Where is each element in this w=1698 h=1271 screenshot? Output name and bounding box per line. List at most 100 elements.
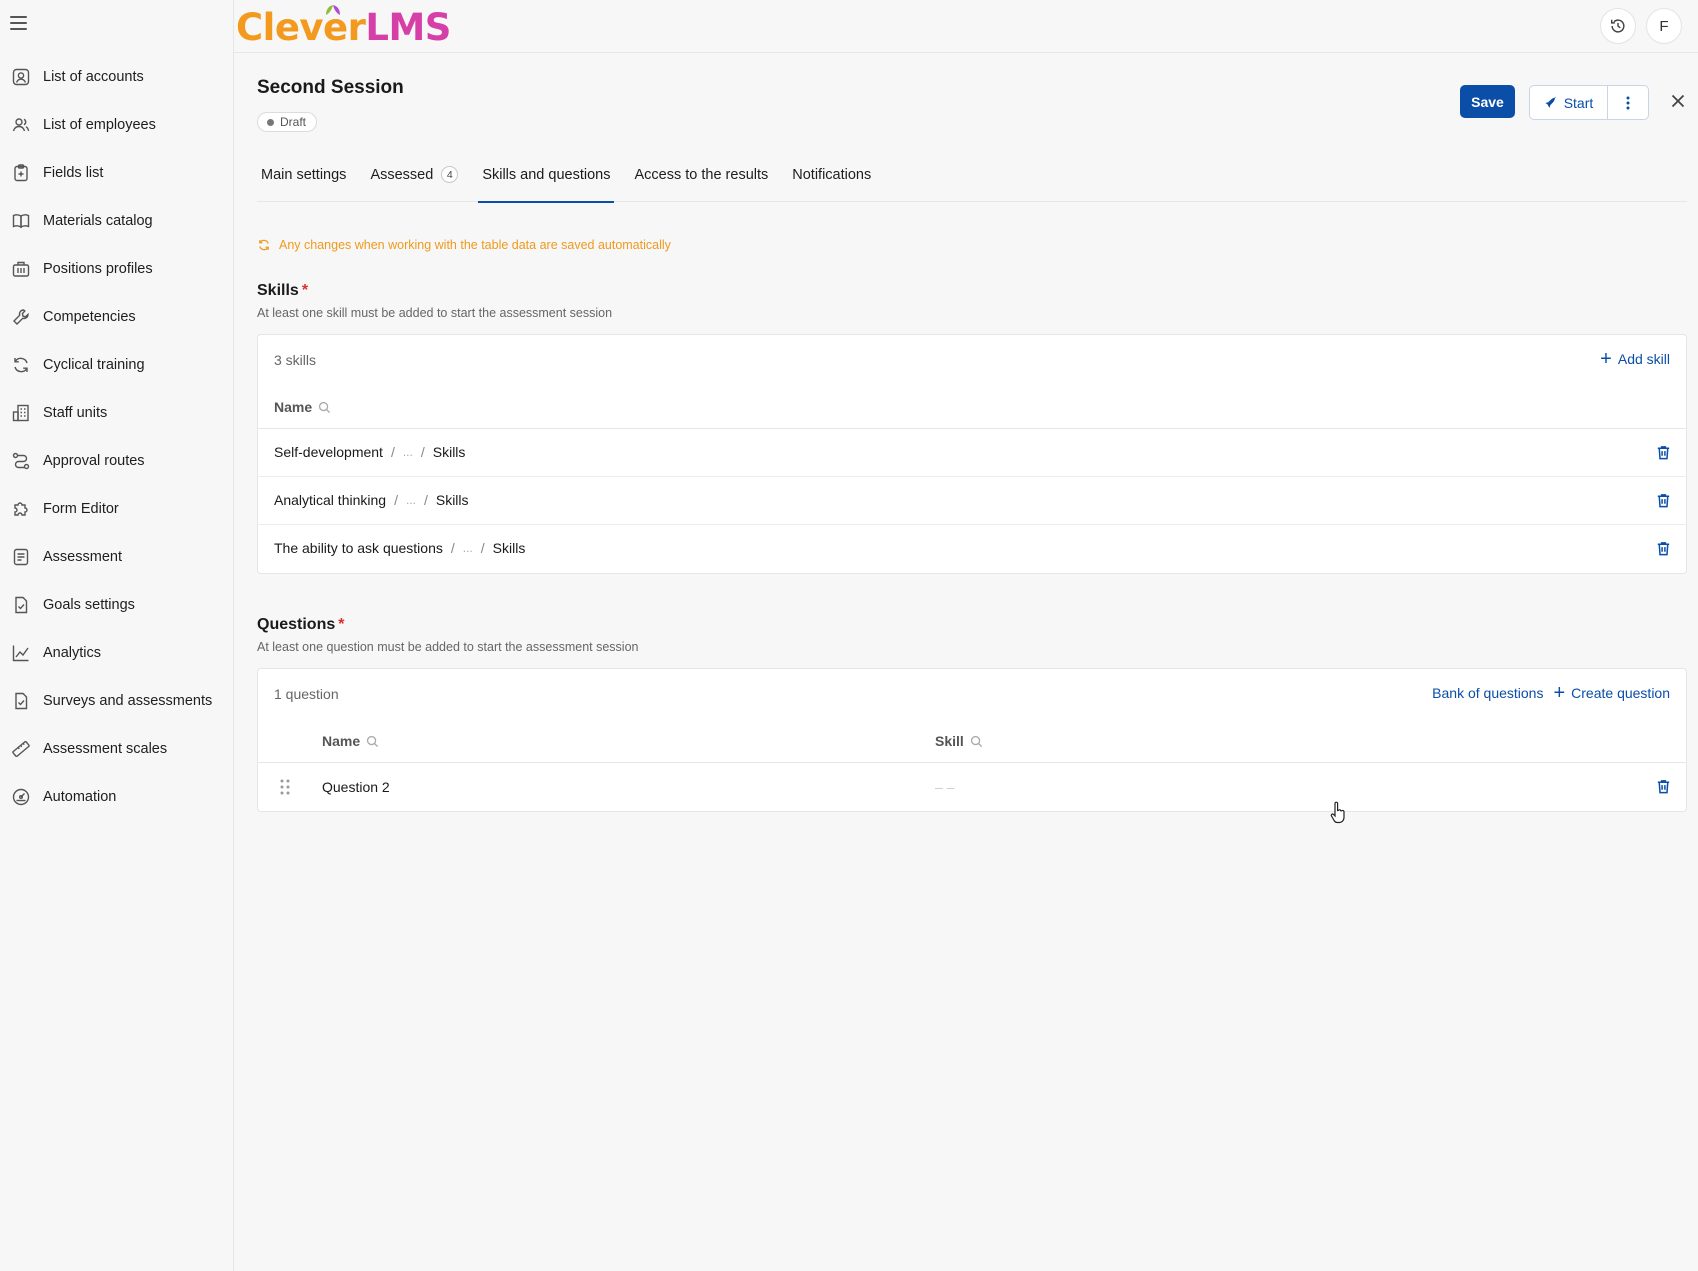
assessment-icon	[11, 547, 31, 567]
questions-table: 1 question Bank of questions + Create qu…	[257, 668, 1687, 812]
tab-skills-and-questions[interactable]: Skills and questions	[478, 147, 615, 203]
bank-of-questions-button[interactable]: Bank of questions	[1432, 685, 1543, 701]
sidebar-item-label: List of employees	[43, 117, 156, 133]
sidebar-item-competencies[interactable]: Competencies	[0, 293, 233, 341]
search-icon[interactable]	[318, 401, 331, 414]
sidebar-item-label: Staff units	[43, 405, 108, 421]
create-question-button[interactable]: + Create question	[1553, 682, 1670, 704]
tab-main-settings[interactable]: Main settings	[257, 147, 350, 202]
add-skill-button[interactable]: + Add skill	[1600, 348, 1670, 370]
more-vertical-icon	[1626, 96, 1630, 109]
skills-section-subtitle: At least one skill must be added to star…	[257, 306, 613, 320]
questions-table-header: 1 question Bank of questions + Create qu…	[258, 669, 1686, 719]
trash-icon[interactable]	[1655, 540, 1672, 557]
history-button[interactable]	[1600, 8, 1636, 44]
sidebar-item-surveys-and-assessments[interactable]: Surveys and assessments	[0, 677, 233, 725]
automation-icon	[11, 787, 31, 807]
tab-notifications[interactable]: Notifications	[788, 147, 875, 202]
column-name-header[interactable]: Name	[322, 733, 379, 749]
search-icon[interactable]	[366, 735, 379, 748]
sidebar-item-positions-profiles[interactable]: Positions profiles	[0, 245, 233, 293]
sidebar-item-list-of-employees[interactable]: List of employees	[0, 101, 233, 149]
column-name-header[interactable]: Name	[274, 399, 331, 415]
sync-icon	[259, 239, 269, 251]
table-row[interactable]: Self-development / ... / Skills	[258, 429, 1686, 477]
sidebar-item-label: Automation	[43, 789, 117, 805]
sidebar-item-label: Approval routes	[43, 453, 145, 469]
hand-cursor-icon	[1330, 801, 1345, 824]
survey-icon	[11, 691, 31, 711]
start-button[interactable]: Start	[1530, 86, 1608, 119]
sidebar-item-form-editor[interactable]: Form Editor	[0, 485, 233, 533]
employees-icon	[11, 115, 31, 135]
close-icon	[1671, 94, 1685, 108]
questions-actions: Bank of questions + Create question	[1432, 682, 1670, 704]
table-row[interactable]: Analytical thinking / ... / Skills	[258, 477, 1686, 525]
required-mark: *	[338, 616, 345, 633]
tab-access-to-the-results[interactable]: Access to the results	[630, 147, 772, 202]
menu-icon[interactable]	[10, 12, 32, 34]
search-icon[interactable]	[970, 735, 983, 748]
trash-icon[interactable]	[1655, 444, 1672, 461]
skill-path: The ability to ask questions / ... / Ski…	[274, 540, 526, 556]
sidebar-item-goals-settings[interactable]: Goals settings	[0, 581, 233, 629]
drag-handle-icon[interactable]	[278, 778, 292, 796]
trash-icon[interactable]	[1655, 778, 1672, 795]
sidebar-item-label: Assessment	[43, 549, 122, 565]
skills-actions: + Add skill	[1600, 348, 1670, 370]
more-options-button[interactable]	[1608, 86, 1648, 119]
table-row[interactable]: Question 2 – –	[258, 763, 1686, 811]
skills-table-header: 3 skills + Add skill	[258, 335, 1686, 385]
cycle-icon	[11, 355, 31, 375]
top-bar: CleverLMS F	[234, 0, 1698, 53]
sidebar: List of accounts List of employees Field…	[0, 0, 234, 1271]
sidebar-item-label: Analytics	[43, 645, 102, 661]
sidebar-item-label: Cyclical training	[43, 357, 145, 373]
app-logo[interactable]: CleverLMS	[236, 5, 451, 50]
fields-icon	[11, 163, 31, 183]
plus-icon: +	[1553, 682, 1566, 704]
sidebar-item-staff-units[interactable]: Staff units	[0, 389, 233, 437]
sidebar-item-cyclical-training[interactable]: Cyclical training	[0, 341, 233, 389]
staff-icon	[11, 403, 31, 423]
sidebar-item-list-of-accounts[interactable]: List of accounts	[0, 53, 233, 101]
autosave-notice: Any changes when working with the table …	[257, 238, 671, 252]
skill-path: Self-development / ... / Skills	[274, 444, 466, 460]
rocket-icon	[1545, 96, 1557, 108]
sidebar-item-assessment[interactable]: Assessment	[0, 533, 233, 581]
sidebar-item-assessment-scales[interactable]: Assessment scales	[0, 725, 233, 773]
analytics-icon	[11, 643, 31, 663]
trash-icon[interactable]	[1655, 492, 1672, 509]
sidebar-item-analytics[interactable]: Analytics	[0, 629, 233, 677]
plus-icon: +	[1600, 348, 1612, 370]
logo-leaf-icon	[326, 5, 340, 15]
column-skill-header[interactable]: Skill	[935, 733, 983, 749]
questions-count: 1 question	[274, 686, 339, 702]
sidebar-item-automation[interactable]: Automation	[0, 773, 233, 821]
questions-section-subtitle: At least one question must be added to s…	[257, 640, 639, 654]
save-button[interactable]: Save	[1460, 85, 1515, 118]
sidebar-item-fields-list[interactable]: Fields list	[0, 149, 233, 197]
tab-assessed[interactable]: Assessed 4	[366, 147, 462, 202]
route-icon	[11, 451, 31, 471]
table-row[interactable]: The ability to ask questions / ... / Ski…	[258, 525, 1686, 573]
questions-column-header: Name Skill	[258, 719, 1686, 763]
sidebar-item-approval-routes[interactable]: Approval routes	[0, 437, 233, 485]
close-button[interactable]	[1667, 90, 1689, 112]
status-dot	[267, 118, 274, 126]
required-mark: *	[301, 282, 309, 299]
sidebar-item-label: Surveys and assessments	[43, 693, 213, 709]
questions-section-title: Questions *	[257, 616, 345, 633]
sidebar-item-label: Competencies	[43, 309, 136, 325]
question-skill: – –	[935, 779, 955, 795]
sidebar-item-label: Assessment scales	[43, 741, 168, 757]
sidebar-item-label: Fields list	[43, 165, 104, 181]
sidebar-item-label: List of accounts	[43, 69, 144, 85]
start-button-group: Start	[1529, 85, 1649, 120]
app-root: List of accounts List of employees Field…	[0, 0, 1698, 1271]
sidebar-item-materials-catalog[interactable]: Materials catalog	[0, 197, 233, 245]
skills-section-title: Skills *	[257, 282, 309, 299]
skills-table: 3 skills + Add skill Name Self-developme…	[257, 334, 1687, 574]
skill-path: Analytical thinking / ... / Skills	[274, 492, 469, 508]
user-avatar[interactable]: F	[1646, 8, 1682, 44]
